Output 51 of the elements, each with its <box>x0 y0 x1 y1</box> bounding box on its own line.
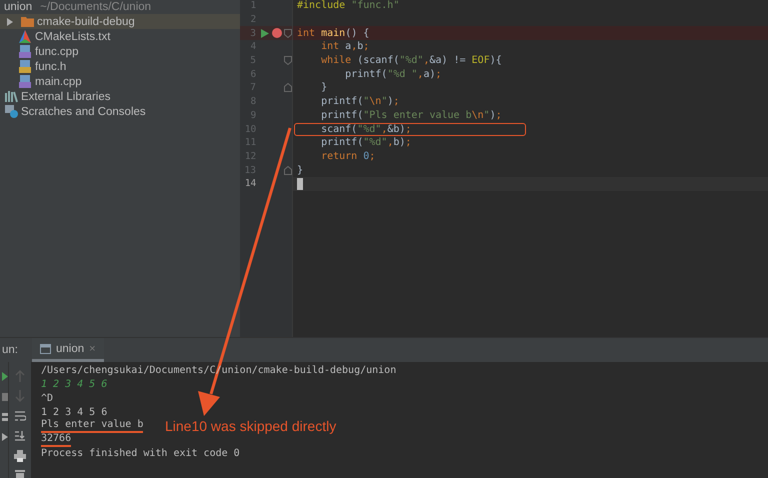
triangle-logo-icon <box>18 29 32 44</box>
tree-item[interactable]: Scratches and Consoles <box>0 104 240 119</box>
tree-item[interactable]: External Libraries <box>0 89 240 104</box>
tree-item[interactable]: func.cpp <box>0 44 240 59</box>
console-icon <box>40 344 51 354</box>
layout-icon <box>2 413 8 421</box>
code-line: int a,b; <box>320 41 370 52</box>
console-line: 1 2 3 4 5 6 <box>41 406 108 418</box>
line-number: 14 <box>244 178 256 190</box>
code-line: int main() { <box>297 28 370 39</box>
code-line: printf("Pls enter value b\n"); <box>320 110 502 121</box>
code-line: printf("\n"); <box>320 96 400 108</box>
trash-icon <box>14 470 26 478</box>
code-line: } <box>320 82 328 94</box>
up-arrow-icon <box>15 370 25 382</box>
down-arrow-icon <box>15 390 25 402</box>
console-line: Pls enter value b <box>41 419 144 434</box>
text-cursor <box>297 178 303 190</box>
scratch-file-icon <box>4 104 18 119</box>
console-line: ^D <box>41 392 54 404</box>
annotation-text: Line10 was skipped directly <box>165 418 336 434</box>
code-line: } <box>297 164 304 176</box>
breakpoint-icon[interactable] <box>272 28 282 38</box>
stop-icon <box>2 393 8 401</box>
code-line: #include "func.h" <box>297 0 400 12</box>
scroll-to-end-icon <box>14 430 26 442</box>
run-icon[interactable] <box>260 28 269 38</box>
console-line: Process finished with exit code 0 <box>41 448 240 460</box>
code-line: return 0; <box>320 150 376 162</box>
project-path: ~/Documents/C/union <box>40 0 152 12</box>
tree-item[interactable]: func.h <box>0 59 240 74</box>
tree-item[interactable]: main.cpp <box>0 74 240 89</box>
code-line: printf("%d",b); <box>320 137 412 148</box>
run-label: un: <box>2 344 18 356</box>
wrap-icon <box>14 410 26 422</box>
caret-icon <box>6 18 14 26</box>
header-file-icon <box>18 59 32 74</box>
project-name[interactable]: union <box>4 0 32 12</box>
line-number: 3 <box>249 28 256 39</box>
folder-icon <box>20 14 34 29</box>
console-line: 1 2 3 4 5 6 <box>41 379 108 390</box>
cpp-file-icon <box>18 74 32 89</box>
printer-icon <box>14 450 26 462</box>
tree-item[interactable]: CMakeLists.txt <box>0 29 240 44</box>
code-line: while (scanf("%d",&a) != EOF){ <box>320 55 502 66</box>
cpp-file-icon <box>18 44 32 59</box>
tree-item[interactable]: cmake-build-debug <box>0 14 240 29</box>
console-line: 32766 <box>41 432 72 447</box>
library-icon <box>4 89 18 104</box>
code-line: scanf("%d",&b); <box>320 124 412 135</box>
code-line: printf("%d ",a); <box>344 68 442 80</box>
